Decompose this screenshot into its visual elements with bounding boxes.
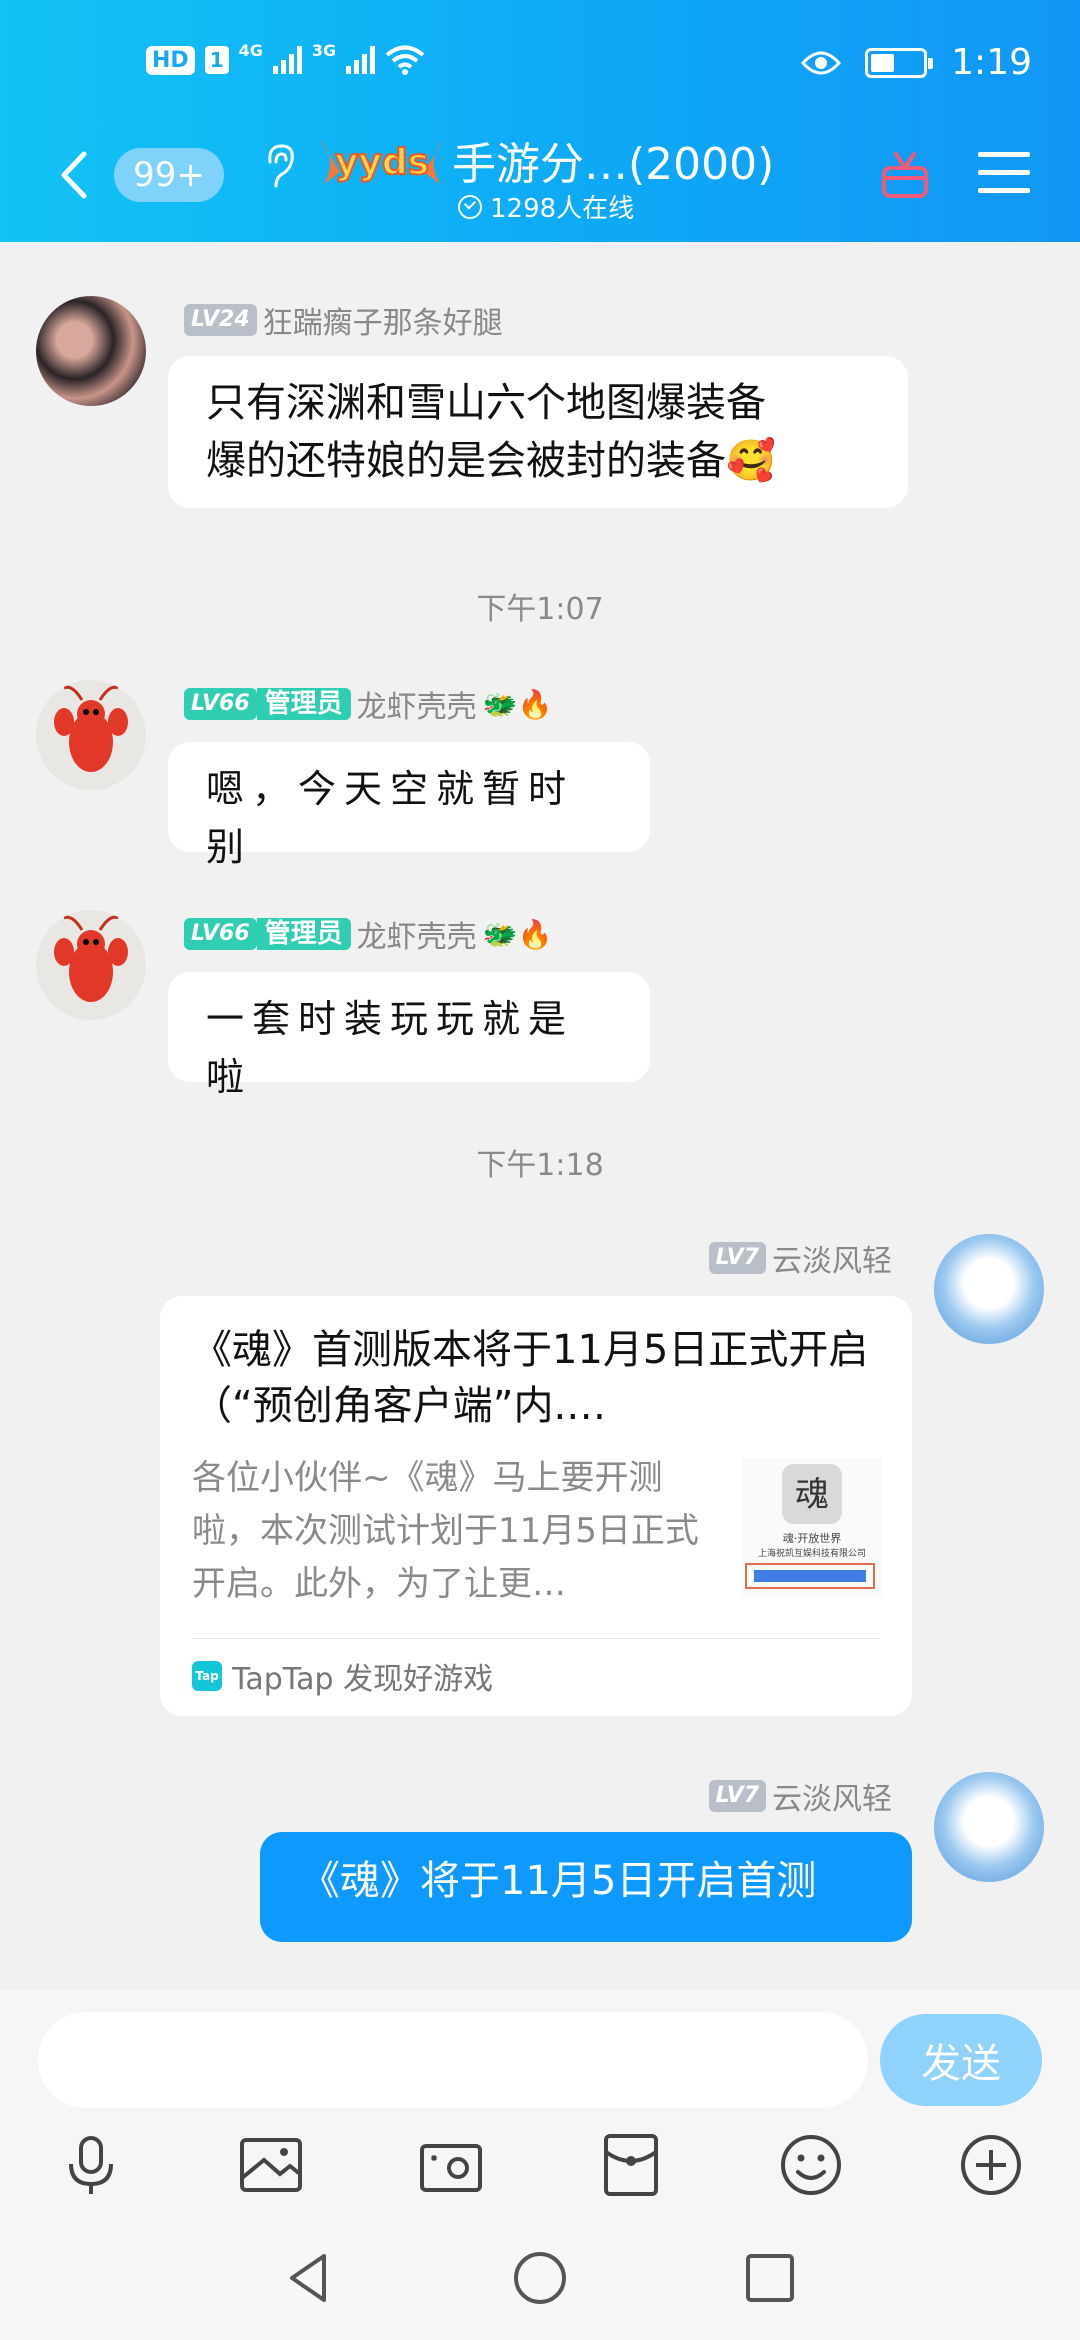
card-source: Tap TapTap 发现好游戏 <box>192 1654 493 1698</box>
sender-name-line: LV66 管理员 龙虾壳壳 🐲🔥 <box>184 682 552 726</box>
avatar[interactable] <box>36 680 146 790</box>
nav-back-icon[interactable] <box>280 2248 340 2308</box>
image-icon[interactable] <box>236 2130 306 2200</box>
wifi-icon <box>385 45 425 75</box>
avatar[interactable] <box>36 910 146 1020</box>
level-badge: LV7 <box>708 1780 766 1812</box>
ear-icon[interactable] <box>262 140 296 190</box>
message-line: 只有深渊和雪山六个地图爆装备 <box>206 380 766 426</box>
yyds-logo: yyds <box>320 140 444 184</box>
group-title: 手游分…(2000) <box>452 139 775 190</box>
network-type-1: 4G <box>238 40 263 60</box>
clock: 1:19 <box>951 42 1032 83</box>
unread-count-badge[interactable]: 99+ <box>114 148 224 202</box>
card-source-text: TapTap 发现好游戏 <box>232 1662 494 1697</box>
message-input[interactable] <box>38 2012 868 2108</box>
admin-badge: 管理员 <box>256 688 351 720</box>
status-bar-left: HD 1 4G 3G <box>146 40 425 76</box>
system-navigation-bar <box>0 2218 1080 2340</box>
link-share-card[interactable]: 《魂》首测版本将于11月5日正式开启（“预创角客户端”内.… 各位小伙伴~《魂》… <box>160 1296 912 1716</box>
network-type-2: 3G <box>311 40 337 60</box>
input-toolbar <box>0 2118 1080 2218</box>
timestamp: 下午1:18 <box>476 1148 604 1183</box>
back-icon[interactable] <box>56 150 90 200</box>
admin-badge: 管理员 <box>256 918 351 950</box>
nav-home-icon[interactable] <box>510 2248 570 2308</box>
sender-name[interactable]: 云淡风轻 <box>772 1236 892 1280</box>
message-text: 嗯，今天空就暂时别 <box>206 767 575 869</box>
message-line: 爆的还特娘的是会被封的装备🥰 <box>206 438 776 484</box>
taptap-icon: Tap <box>192 1661 222 1691</box>
gift-icon[interactable] <box>878 146 932 200</box>
sender-name-line: LV66 管理员 龙虾壳壳 🐲🔥 <box>184 912 552 956</box>
avatar[interactable] <box>36 296 146 406</box>
sender-name-line: LV7 云淡风轻 <box>708 1774 892 1818</box>
svg-text:魂: 魂 <box>795 1475 829 1515</box>
online-check-icon <box>458 194 482 219</box>
game-thumbnail: 魂 魂·开放世界 上海祝凯互娱科技有限公司 <box>742 1458 882 1596</box>
lobster-avatar-icon <box>54 685 128 772</box>
plus-icon[interactable] <box>956 2130 1026 2200</box>
yyds-logo-text: yyds <box>335 142 429 183</box>
lobster-avatar-icon <box>54 915 128 1002</box>
input-area: 发送 <box>0 1990 1080 2118</box>
eye-icon <box>801 51 842 74</box>
red-packet-icon[interactable] <box>596 2130 666 2200</box>
level-badge: LV7 <box>708 1242 766 1274</box>
card-description: 各位小伙伴~《魂》马上要开测啦，本次测试计划于11月5日正式开启。此外，为了让更… <box>192 1458 699 1604</box>
message-bubble[interactable]: 嗯，今天空就暂时别 <box>168 742 650 869</box>
sender-name[interactable]: 狂踹瘸子那条好腿 <box>263 298 503 342</box>
hd-badge: HD <box>146 45 195 75</box>
card-title: 《魂》首测版本将于11月5日正式开启（“预创角客户端”内.… <box>192 1327 869 1429</box>
avatar[interactable] <box>934 1234 1044 1344</box>
message-bubble-self[interactable]: 《魂》将于11月5日开启首测 <box>260 1832 912 1942</box>
microphone-icon[interactable] <box>56 2130 126 2200</box>
sender-name-line: LV7 云淡风轻 <box>708 1236 892 1280</box>
send-button[interactable]: 发送 <box>880 2014 1042 2106</box>
sender-name[interactable]: 龙虾壳壳 <box>357 912 477 956</box>
emoji-icon[interactable] <box>776 2130 846 2200</box>
camera-icon[interactable] <box>416 2130 486 2200</box>
thumb-company: 上海祝凯互娱科技有限公司 <box>758 1547 866 1559</box>
online-count: 1298人在线 <box>458 188 634 225</box>
level-badge: LV66 <box>184 688 257 720</box>
nav-recents-icon[interactable] <box>740 2248 800 2308</box>
online-count-text: 1298人在线 <box>490 194 635 224</box>
chat-header: HD 1 4G 3G 1:19 99+ yyds 手游分…(2000) 1298… <box>0 0 1080 242</box>
message-text: 一套时装玩玩就是啦 <box>206 997 575 1099</box>
sender-name-line: LV24 狂踹瘸子那条好腿 <box>184 298 503 342</box>
message-bubble[interactable]: 一套时装玩玩就是啦 <box>168 972 650 1099</box>
timestamp: 下午1:07 <box>476 592 604 627</box>
title-emoji: 🐲🔥 <box>482 917 553 951</box>
message-text: 《魂》将于11月5日开启首测 <box>300 1858 817 1904</box>
sender-name[interactable]: 云淡风轻 <box>772 1774 892 1818</box>
title-emoji: 🐲🔥 <box>482 687 553 721</box>
message-bubble[interactable]: 只有深渊和雪山六个地图爆装备 爆的还特娘的是会被封的装备🥰 <box>168 356 908 508</box>
thumb-caption: 魂·开放世界 <box>783 1531 842 1545</box>
avatar[interactable] <box>934 1772 1044 1882</box>
sim-badge: 1 <box>204 46 229 74</box>
level-badge: LV66 <box>184 918 257 950</box>
menu-icon[interactable] <box>978 150 1030 196</box>
signal-icon <box>272 46 302 74</box>
sender-name[interactable]: 龙虾壳壳 <box>357 682 477 726</box>
card-divider <box>192 1638 880 1639</box>
group-title-area[interactable]: yyds 手游分…(2000) <box>318 126 774 194</box>
status-bar-right: 1:19 <box>801 42 1032 83</box>
signal-icon-2 <box>346 46 376 74</box>
level-badge: LV24 <box>184 304 257 336</box>
battery-icon <box>865 47 934 78</box>
